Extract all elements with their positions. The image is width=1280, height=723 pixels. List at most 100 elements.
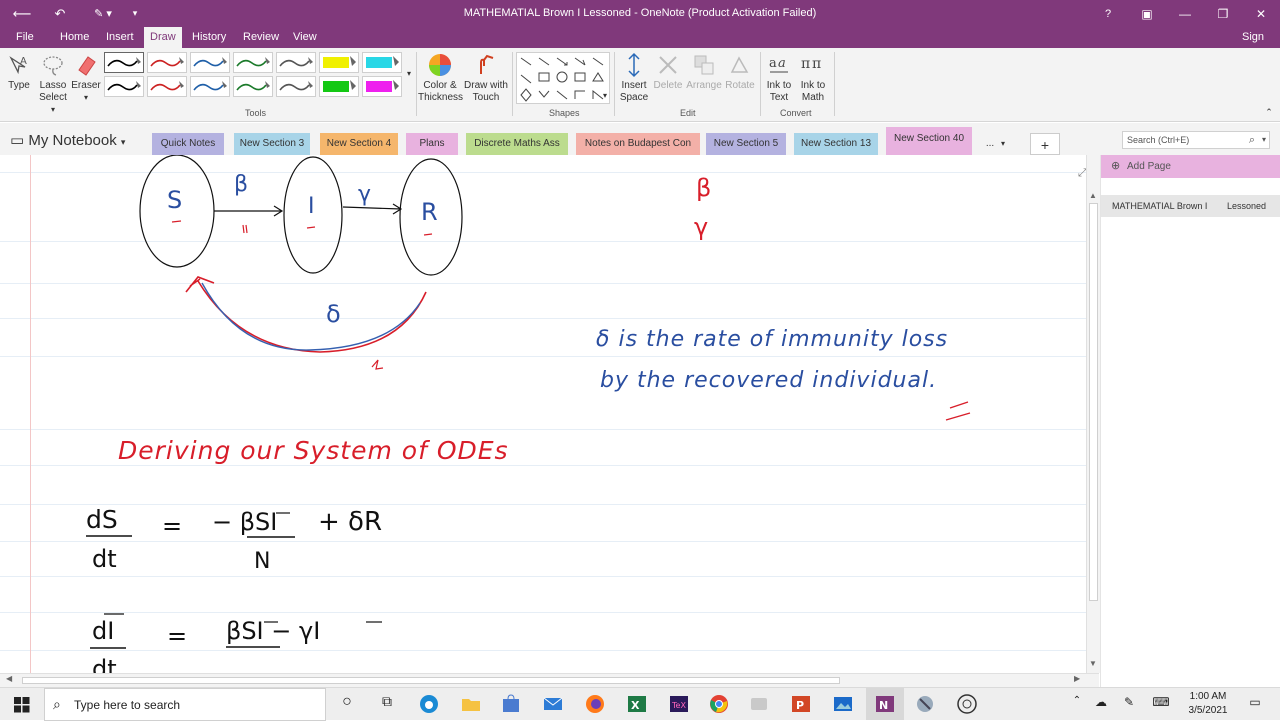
draw-with-touch-button[interactable]: Draw with Touch — [462, 52, 510, 104]
section-tab[interactable]: New Section 40 — [886, 127, 972, 155]
pen-swatch[interactable] — [319, 76, 359, 97]
powerpoint-icon[interactable]: P — [790, 693, 812, 715]
pages-pane: ⊕ Add Page MATHEMATIAL Brown I Lessoned — [1100, 155, 1280, 687]
pen-gallery-more-icon[interactable]: ▾ — [404, 68, 414, 80]
onedrive-icon[interactable]: ☁ — [1090, 695, 1112, 717]
pen-swatch[interactable] — [104, 52, 144, 73]
ink-to-text-button[interactable]: aa Ink to Text — [762, 52, 796, 104]
scroll-up-icon[interactable]: ▲ — [1089, 191, 1097, 200]
shapes-gallery[interactable] — [516, 52, 610, 104]
color-thickness-button[interactable]: Color & Thickness — [418, 52, 463, 104]
more-sections-dropdown-icon[interactable]: ▾ — [996, 133, 1010, 155]
add-section-button[interactable]: + — [1030, 133, 1060, 155]
pen-swatch[interactable] — [362, 76, 402, 97]
snipping-tool-icon[interactable] — [914, 693, 936, 715]
edge-icon[interactable] — [418, 693, 440, 715]
scroll-right-icon[interactable]: ▶ — [1074, 674, 1080, 683]
add-page-button[interactable]: ⊕ Add Page — [1101, 155, 1280, 178]
menu-view[interactable]: View — [287, 27, 323, 48]
lasso-select-tool[interactable]: Lasso Select ▾ — [36, 52, 70, 116]
page-list-item[interactable]: MATHEMATIAL Brown I Lessoned — [1101, 195, 1280, 217]
insert-space-button[interactable]: Insert Space — [616, 52, 652, 104]
ribbon-separator — [416, 52, 417, 116]
section-tab[interactable]: New Section 5 — [706, 133, 786, 155]
section-tab[interactable]: New Section 3 — [234, 133, 310, 155]
system-clock[interactable]: 1:00 AM 3/5/2021 — [1180, 690, 1236, 718]
task-view-icon[interactable]: ⧉ — [376, 693, 398, 715]
eraser-tool[interactable]: Eraser ▾ — [70, 52, 102, 104]
pen-swatch[interactable] — [190, 76, 230, 97]
taskbar-search[interactable]: ⌕ Type here to search — [44, 688, 326, 721]
search-icon[interactable]: ⌕ — [1249, 132, 1255, 148]
lasso-dropdown-icon[interactable]: ▾ — [36, 104, 70, 116]
horizontal-scrollbar[interactable]: ◀ ▶ — [0, 673, 1099, 687]
undo-icon[interactable]: ↶ — [46, 0, 74, 27]
vertical-scrollbar[interactable]: ▲ ▼ — [1086, 155, 1100, 673]
pen-swatch[interactable] — [147, 76, 187, 97]
rotate-button[interactable]: Rotate — [724, 52, 756, 92]
store-icon[interactable] — [500, 693, 522, 715]
firefox-icon[interactable] — [584, 693, 606, 715]
back-arrow-icon[interactable]: ⟵ — [8, 0, 36, 27]
start-button[interactable] — [0, 688, 44, 721]
section-tab[interactable]: Discrete Maths Ass — [466, 133, 568, 155]
pen-swatch[interactable] — [147, 52, 187, 73]
pen-swatch[interactable] — [276, 52, 316, 73]
delete-button[interactable]: Delete — [652, 52, 684, 92]
menu-insert[interactable]: Insert — [100, 27, 140, 48]
excel-icon[interactable]: X — [626, 693, 648, 715]
file-explorer-icon[interactable] — [460, 693, 482, 715]
section-tab[interactable]: New Section 13 — [794, 133, 878, 155]
pen-swatch[interactable] — [362, 52, 402, 73]
pen-workspace-icon[interactable]: ✎ — [1118, 695, 1140, 717]
customize-toolbar-icon[interactable]: ▾ — [128, 0, 142, 27]
cortana-icon[interactable]: ○ — [336, 693, 358, 715]
tex-editor-icon[interactable]: TeX — [668, 693, 690, 715]
notification-icon[interactable]: ▭ — [1244, 695, 1266, 717]
scroll-down-icon[interactable]: ▼ — [1089, 659, 1097, 668]
sign-in-link[interactable]: Sign in — [1236, 27, 1280, 64]
photos-icon[interactable] — [832, 693, 854, 715]
search-input[interactable]: Search (Ctrl+E) ⌕ ▾ — [1122, 131, 1270, 149]
type-tool[interactable]: A Type — [4, 52, 34, 92]
menu-file[interactable]: File — [10, 27, 40, 48]
menu-home[interactable]: Home — [54, 27, 95, 48]
shapes-more-icon[interactable]: ▾ — [600, 90, 610, 102]
pen-swatch[interactable] — [233, 76, 273, 97]
section-tab[interactable]: New Section 4 — [320, 133, 398, 155]
ribbon-display-icon[interactable]: ▣ — [1128, 0, 1166, 27]
app-icon[interactable] — [748, 693, 770, 715]
horizontal-scroll-thumb[interactable] — [22, 677, 840, 684]
chrome-icon[interactable] — [708, 693, 730, 715]
show-hidden-icons[interactable]: ⌃ — [1066, 695, 1088, 717]
menu-history[interactable]: History — [186, 27, 232, 48]
section-tab[interactable]: Notes on Budapest Con — [576, 133, 700, 155]
pen-mode-icon[interactable]: ✎ ▾ — [86, 0, 120, 27]
page-canvas[interactable]: S I R β γ δ β γ δ is the rate of immunit… — [0, 155, 1099, 673]
obs-icon[interactable] — [956, 693, 978, 715]
eraser-dropdown-icon[interactable]: ▾ — [70, 92, 102, 104]
close-icon[interactable]: ✕ — [1242, 0, 1280, 27]
scroll-left-icon[interactable]: ◀ — [6, 674, 12, 683]
pen-swatch[interactable] — [104, 76, 144, 97]
pen-swatch[interactable] — [190, 52, 230, 73]
keyboard-icon[interactable]: ⌨ — [1150, 695, 1172, 717]
search-dropdown-icon[interactable]: ▾ — [1262, 132, 1266, 148]
vertical-scroll-thumb[interactable] — [1089, 203, 1098, 601]
minimize-icon[interactable]: — — [1166, 0, 1204, 27]
pen-swatch[interactable] — [233, 52, 273, 73]
menu-draw[interactable]: Draw — [144, 27, 182, 48]
help-icon[interactable]: ? — [1098, 0, 1118, 27]
collapse-ribbon-icon[interactable]: ⌃ — [1262, 106, 1276, 118]
menu-review[interactable]: Review — [237, 27, 285, 48]
section-tab[interactable]: Quick Notes — [152, 133, 224, 155]
notebook-selector[interactable]: ▭ My Notebook ▾ — [10, 131, 125, 149]
ink-to-math-button[interactable]: ππ Ink to Math — [796, 52, 830, 104]
restore-icon[interactable]: ❐ — [1204, 0, 1242, 27]
mail-icon[interactable] — [542, 693, 564, 715]
arrange-button[interactable]: Arrange — [684, 52, 724, 92]
pen-swatch[interactable] — [276, 76, 316, 97]
onenote-icon[interactable]: N — [866, 688, 904, 720]
pen-swatch[interactable] — [319, 52, 359, 73]
section-tab[interactable]: Plans — [406, 133, 458, 155]
